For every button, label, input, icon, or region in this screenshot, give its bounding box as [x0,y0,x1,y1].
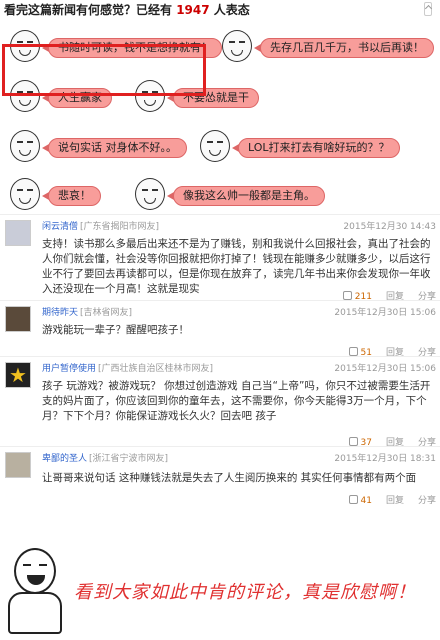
meme-face-icon [200,130,230,162]
comment-location: [广西壮族自治区桂林市网友] [98,364,214,374]
comment-location: [浙江省宁波市网友] [89,454,169,464]
vote-label: 说句实话 对身体不好。。 [42,138,187,158]
rage-face-icon [6,548,66,636]
share-button[interactable]: 分享 [418,496,436,506]
vote-header: 看完这篇新闻有何感觉？已经有 1947 人表态 [4,0,436,22]
comment-item: 闲云清僧 [广东省揭阳市网友] 2015年12月30 14:43 支持！读书那么多… [0,214,440,302]
like-count: 41 [360,496,372,506]
comment-item: ★ 用户暂停使用 [广西壮族自治区桂林市网友] 2015年12月30日 15:06… [0,356,440,448]
comment-time: 2015年12月30 14:43 [343,222,436,232]
thumb-up-icon[interactable] [348,347,358,356]
comment-text: 孩子 玩游戏？被游戏玩？ 你想过创造游戏 自己当“上帝”吗，你只不过被需要生活开… [42,380,431,422]
comment-text: 支持！读书那么多最后出来还不是为了赚钱，别和我说什么回报社会，真出了社会的人你们… [42,238,431,295]
header-suffix: 人表态 [209,3,250,17]
comment-time: 2015年12月30日 15:06 [334,364,436,374]
star-avatar-icon[interactable]: ★ [5,362,31,388]
reply-button[interactable]: 回复 [386,496,404,506]
thumb-up-icon[interactable] [348,495,358,504]
vote-label: 像我这么帅一般都是主角。 [167,186,325,206]
vote-label: 悲哀！ [42,186,101,206]
header-prefix: 看完这篇新闻有何感觉？已经有 [4,3,177,17]
comment-location: [广东省揭阳市网友] [80,222,160,232]
comment-time: 2015年12月30日 15:06 [334,308,436,318]
footer-meme: 看到大家如此中肯的评论，真是欣慰啊！ [0,544,440,640]
comment-item: 卑鄙的圣人 [浙江省宁波市网友] 2015年12月30日 18:31 让哥哥来说句… [0,446,440,544]
thumb-up-icon[interactable] [342,291,352,300]
comment-user[interactable]: 期待昨天 [吉林省网友] [42,305,132,318]
scroll-up-icon[interactable] [424,2,432,16]
comment-text: 让哥哥来说句话 这种赚钱法就是失去了人生阅历换来的 其实任何事情都有两个面 [42,472,417,484]
meme-face-icon [222,30,252,62]
comment-time: 2015年12月30日 18:31 [334,454,436,464]
comment-user[interactable]: 用户暂停使用 [广西壮族自治区桂林市网友] [42,361,213,374]
avatar[interactable] [5,220,31,246]
comment-user[interactable]: 闲云清僧 [广东省揭阳市网友] [42,219,159,232]
comment-item: 期待昨天 [吉林省网友] 2015年12月30日 15:06 游戏能玩一辈子？醒醒… [0,300,440,358]
meme-face-icon [135,178,165,210]
vote-label: LOL打来打去有啥好玩的？？ [232,138,400,158]
comment-location: [吉林省网友] [80,308,133,318]
meme-face-icon [10,178,40,210]
highlight-box [2,44,206,96]
comment-user[interactable]: 卑鄙的圣人 [浙江省宁波市网友] [42,451,168,464]
thumb-up-icon[interactable] [348,437,358,446]
vote-area: 书随时可读，钱不是想挣就有！ 先存几百几千万，书以后再读！ 人生赢家 不要怂就是… [0,22,440,212]
meme-face-icon [10,130,40,162]
avatar[interactable] [5,452,31,478]
vote-count: 1947 [176,3,210,17]
vote-label: 先存几百几千万，书以后再读！ [254,38,434,58]
footer-caption: 看到大家如此中肯的评论，真是欣慰啊！ [74,582,416,603]
comment-text: 游戏能玩一辈子？醒醒吧孩子！ [42,324,189,336]
comment-actions: 41 回复 分享 [348,493,436,506]
avatar[interactable] [5,306,31,332]
